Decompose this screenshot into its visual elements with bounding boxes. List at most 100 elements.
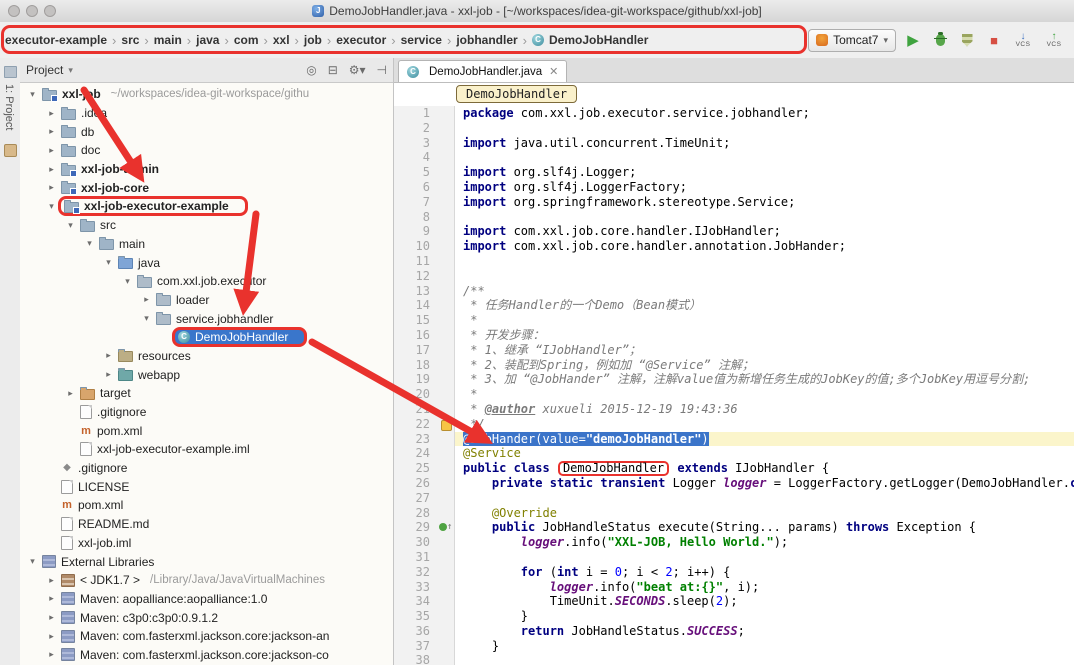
chevron-expanded-icon[interactable]: ▾ (83, 238, 96, 249)
line-number[interactable]: 9 (394, 224, 438, 239)
chevron-collapsed-icon[interactable]: ▸ (45, 575, 58, 586)
gutter[interactable] (438, 461, 455, 476)
code-line[interactable]: 33 logger.info("beat at:{}", i); (394, 580, 1074, 595)
run-config-selector[interactable]: Tomcat7 ▾ (808, 29, 896, 52)
line-number[interactable]: 5 (394, 165, 438, 180)
code-line[interactable]: 2 (394, 121, 1074, 136)
chevron-collapsed-icon[interactable]: ▸ (45, 631, 58, 642)
gutter[interactable] (438, 639, 455, 654)
line-number[interactable]: 22 (394, 417, 438, 432)
tree-item-java[interactable]: ▾java (20, 253, 393, 272)
chevron-expanded-icon[interactable]: ▾ (64, 220, 77, 231)
chevron-expanded-icon[interactable]: ▾ (45, 201, 58, 212)
line-number[interactable]: 32 (394, 565, 438, 580)
gutter[interactable] (438, 254, 455, 269)
line-number[interactable]: 29 (394, 520, 438, 535)
gutter[interactable] (438, 417, 455, 432)
code-line[interactable]: 22 */ (394, 417, 1074, 432)
line-number[interactable]: 10 (394, 239, 438, 254)
line-number[interactable]: 24 (394, 446, 438, 461)
chevron-collapsed-icon[interactable]: ▸ (140, 294, 153, 305)
chevron-expanded-icon[interactable]: ▾ (140, 313, 153, 324)
scroll-from-source-button[interactable]: ◎ (306, 63, 316, 77)
line-number[interactable]: 16 (394, 328, 438, 343)
code-line[interactable]: 7import org.springframework.stereotype.S… (394, 195, 1074, 210)
window-minimize-button[interactable] (26, 5, 38, 17)
chevron-expanded-icon[interactable]: ▾ (121, 276, 134, 287)
gutter[interactable] (438, 224, 455, 239)
collapse-all-button[interactable]: ⊟ (328, 63, 338, 77)
hide-panel-button[interactable]: ⊣ (377, 63, 387, 77)
tree-item-xxl-job[interactable]: ▾xxl-job~/workspaces/idea-git-workspace/… (20, 85, 393, 104)
line-number[interactable]: 13 (394, 284, 438, 299)
close-tab-icon[interactable]: ✕ (549, 65, 558, 78)
code-line[interactable]: 37 } (394, 639, 1074, 654)
code-line[interactable]: 36 return JobHandleStatus.SUCCESS; (394, 624, 1074, 639)
code-line[interactable]: 32 for (int i = 0; i < 2; i++) { (394, 565, 1074, 580)
gutter[interactable] (438, 165, 455, 180)
breadcrumb-item[interactable]: job (303, 33, 323, 47)
breadcrumb-item[interactable]: java (195, 33, 220, 47)
line-number[interactable]: 17 (394, 343, 438, 358)
code-line[interactable]: 16 * 开发步骤： (394, 328, 1074, 343)
line-number[interactable]: 30 (394, 535, 438, 550)
line-number[interactable]: 26 (394, 476, 438, 491)
tree-item-maven-aopalliance-aopalliance-1-0[interactable]: ▸Maven: aopalliance:aopalliance:1.0 (20, 590, 393, 609)
project-panel-title[interactable]: Project (26, 63, 63, 77)
line-number[interactable]: 21 (394, 402, 438, 417)
tree-item-gitignore[interactable]: .gitignore (20, 403, 393, 422)
tree-item-loader[interactable]: ▸loader (20, 291, 393, 310)
breadcrumb-item[interactable]: main (153, 33, 183, 47)
chevron-collapsed-icon[interactable]: ▸ (102, 350, 115, 361)
code-line[interactable]: 38 (394, 653, 1074, 665)
code-line[interactable]: 14 * 任务Handler的一个Demo（Bean模式） (394, 298, 1074, 313)
gutter[interactable] (438, 195, 455, 210)
gutter[interactable] (438, 180, 455, 195)
tree-item-pom-xml[interactable]: mpom.xml (20, 496, 393, 515)
code-line[interactable]: 29↑ public JobHandleStatus execute(Strin… (394, 520, 1074, 535)
intention-bulb-icon[interactable] (441, 420, 452, 431)
line-number[interactable]: 19 (394, 372, 438, 387)
tree-item-readme-md[interactable]: README.md (20, 515, 393, 534)
gutter[interactable] (438, 387, 455, 402)
code-line[interactable]: 30 logger.info("XXL-JOB, Hello World."); (394, 535, 1074, 550)
gutter[interactable] (438, 476, 455, 491)
tree-item-maven-c3p0-c3p0-0-9-1-2[interactable]: ▸Maven: c3p0:c3p0:0.9.1.2 (20, 608, 393, 627)
class-breadcrumb-chip[interactable]: DemoJobHandler (456, 85, 577, 103)
line-number[interactable]: 27 (394, 491, 438, 506)
code-line[interactable]: 20 * (394, 387, 1074, 402)
gutter[interactable] (438, 432, 455, 447)
breadcrumb-item[interactable]: com (233, 33, 260, 47)
breadcrumb-item[interactable]: src (120, 33, 140, 47)
chevron-collapsed-icon[interactable]: ▸ (45, 164, 58, 175)
code-editor[interactable]: 1package com.xxl.job.executor.service.jo… (394, 106, 1074, 665)
coverage-button[interactable] (957, 30, 977, 50)
tree-item-gitignore[interactable]: ◆.gitignore (20, 459, 393, 478)
tree-item-target[interactable]: ▸target (20, 384, 393, 403)
code-line[interactable]: 35 } (394, 609, 1074, 624)
tree-item-jdk1-7[interactable]: ▸< JDK1.7 >/Library/Java/JavaVirtualMach… (20, 571, 393, 590)
code-line[interactable]: 19 * 3、加 “@JobHander” 注解，注解value值为新增任务生成… (394, 372, 1074, 387)
breadcrumb-item[interactable]: executor-example (4, 33, 108, 47)
chevron-collapsed-icon[interactable]: ▸ (102, 369, 115, 380)
favorites-icon[interactable] (4, 144, 17, 157)
code-line[interactable]: 3import java.util.concurrent.TimeUnit; (394, 136, 1074, 151)
gutter[interactable] (438, 506, 455, 521)
tree-item-main[interactable]: ▾main (20, 235, 393, 254)
tree-item-maven-com-fasterxml-jackson-core-jackson-co[interactable]: ▸Maven: com.fasterxml.jackson.core:jacks… (20, 646, 393, 665)
line-number[interactable]: 18 (394, 358, 438, 373)
gutter[interactable] (438, 609, 455, 624)
chevron-collapsed-icon[interactable]: ▸ (45, 145, 58, 156)
gutter[interactable] (438, 624, 455, 639)
code-line[interactable]: 10import com.xxl.job.core.handler.annota… (394, 239, 1074, 254)
gutter[interactable] (438, 565, 455, 580)
line-number[interactable]: 6 (394, 180, 438, 195)
line-number[interactable]: 14 (394, 298, 438, 313)
line-number[interactable]: 38 (394, 653, 438, 665)
gutter[interactable] (438, 313, 455, 328)
chevron-collapsed-icon[interactable]: ▸ (64, 388, 77, 399)
tree-item-pom-xml[interactable]: mpom.xml (20, 421, 393, 440)
line-number[interactable]: 3 (394, 136, 438, 151)
line-number[interactable]: 31 (394, 550, 438, 565)
override-marker-icon[interactable] (439, 523, 447, 531)
